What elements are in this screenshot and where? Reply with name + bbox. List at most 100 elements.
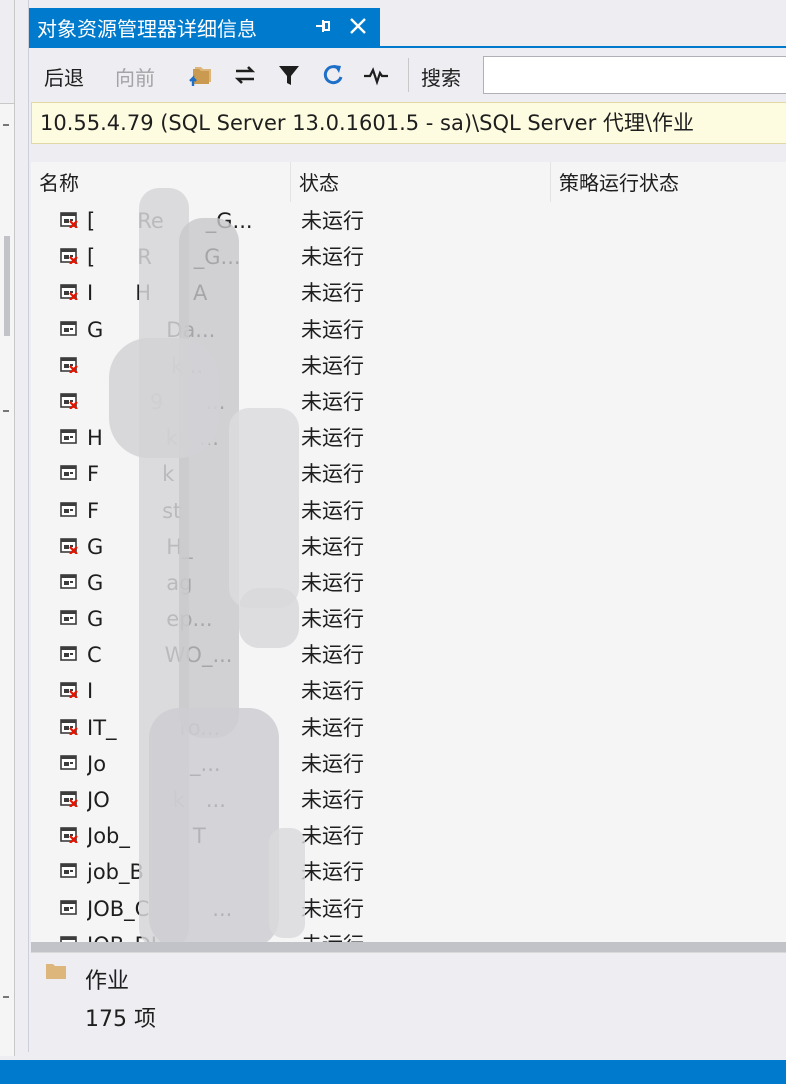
job-name: JOB_DI [87,926,279,942]
job-status: 未运行 [301,426,364,451]
table-row[interactable]: JO k ... 未运行 [31,781,786,817]
job-name: C WO_... [87,643,233,668]
column-header-status[interactable]: 状态 [291,162,551,202]
forward-button[interactable]: 向前 [115,62,155,91]
table-row[interactable]: C WO_... 未运行 [31,636,786,672]
job-failed-icon [60,682,78,699]
job-status: 未运行 [301,317,364,342]
job-icon [60,899,77,915]
table-row[interactable]: IT_ ro... 未运行 [31,709,786,745]
table-row[interactable]: H k ... 未运行 [31,419,786,455]
gutter-header [0,0,14,104]
table-row[interactable]: F k 未运行 [31,455,786,491]
job-name: Jo _... [87,751,221,776]
table-row[interactable]: job_B 未运行 [31,853,786,889]
job-name: G Da... [87,317,216,342]
job-name: JO k ... [87,788,226,812]
table-row[interactable]: I H A 未运行 [31,274,786,310]
horizontal-scrollbar[interactable] [31,942,786,952]
details-footer: 作业 175 项 [31,952,786,1053]
job-rows: [ Re _G... 未运行[ R _G... 未运行 I H A 未运行 G Da...… [31,202,786,942]
job-status: 未运行 [301,209,364,233]
job-icon [60,429,77,444]
refresh-icon[interactable] [320,62,346,88]
gutter-tick [3,410,9,412]
column-header-policy-status[interactable]: 策略运行状态 [551,162,786,202]
job-name: [ Re _G... [87,209,253,233]
job-icon [60,574,77,589]
job-status: 未运行 [301,245,364,270]
job-failed-icon [60,718,78,735]
job-name: I [87,679,178,704]
job-failed-icon [60,284,78,301]
job-icon [60,501,77,517]
job-failed-icon [60,791,78,807]
gutter-scrollbar-thumb[interactable] [4,236,10,336]
table-row[interactable]: JOB_DI 未运行 [31,926,786,942]
job-failed-icon [60,537,78,554]
job-failed-icon [60,393,78,409]
table-row[interactable]: Jo _... 未运行 [31,745,786,781]
job-name: H k ... [87,426,219,451]
job-status: 未运行 [301,679,364,704]
table-row[interactable]: G ag 未运行 [31,564,786,600]
job-status: 未运行 [301,926,364,942]
job-icon [60,320,77,336]
job-status: 未运行 [301,824,364,849]
footer-title: 作业 [85,969,130,994]
table-row[interactable]: JOB_C ... 未运行 [31,890,786,926]
job-status: 未运行 [301,281,364,306]
back-button[interactable]: 后退 [44,62,84,91]
job-failed-icon [60,827,78,844]
table-row[interactable]: [ R _G... 未运行 [31,238,786,274]
sync-folder-icon[interactable] [187,62,213,88]
toolbar: 后退 向前 搜索 [29,50,786,100]
job-name: job_B [87,860,207,885]
job-name: F st [87,498,182,523]
item-count: 175 项 [85,1007,156,1032]
job-name: [ R _G... [87,245,241,270]
column-header-name[interactable]: 名称 [31,162,291,202]
job-icon [60,610,77,625]
job-status: 未运行 [301,751,364,776]
job-status: 未运行 [301,389,364,414]
activity-monitor-icon[interactable] [363,62,389,88]
job-status: 未运行 [301,462,364,487]
job-name: G ep... [87,607,213,632]
job-status: 未运行 [301,896,364,921]
table-row[interactable]: G Da... 未运行 [31,311,786,347]
job-name: 9 ... [87,389,226,414]
table-row[interactable]: I 未运行 [31,672,786,708]
search-label: 搜索 [421,66,461,90]
job-failed-icon [60,248,78,265]
toolbar-separator [408,58,409,92]
job-status: 未运行 [301,353,364,378]
job-name: k... [87,353,204,378]
pin-icon[interactable] [312,15,334,37]
table-row[interactable]: [ Re _G... 未运行 [31,202,786,238]
job-icon [60,465,77,481]
panel-tab[interactable]: 对象资源管理器详细信息 [29,8,380,46]
job-name: G H_ [87,534,214,559]
job-name: F k [87,462,196,487]
job-name: IT_ ro... [87,715,221,740]
job-status: 未运行 [301,498,364,523]
job-name: I H A [87,281,208,306]
job-name: JOB_C ... [87,896,233,921]
job-status: 未运行 [301,643,364,668]
close-icon[interactable] [346,14,370,38]
list-header: 名称 状态 策略运行状态 [31,162,786,202]
panel-title: 对象资源管理器详细信息 [37,16,257,41]
table-row[interactable]: 9 ... 未运行 [31,383,786,419]
table-row[interactable]: k... 未运行 [31,347,786,383]
table-row[interactable]: G H_ 未运行 [31,528,786,564]
object-explorer-details-panel: 对象资源管理器详细信息 后退 向前 搜索 10.55.4.79 (SQL Ser… [28,0,786,1053]
refresh-arrows-icon[interactable] [232,62,258,88]
filter-icon[interactable] [276,62,302,88]
table-row[interactable]: F st 未运行 [31,492,786,528]
job-status: 未运行 [301,570,364,595]
search-input[interactable] [483,56,786,94]
table-row[interactable]: Job_ T 未运行 [31,817,786,853]
table-row[interactable]: G ep... 未运行 [31,600,786,636]
job-icon [60,755,77,770]
